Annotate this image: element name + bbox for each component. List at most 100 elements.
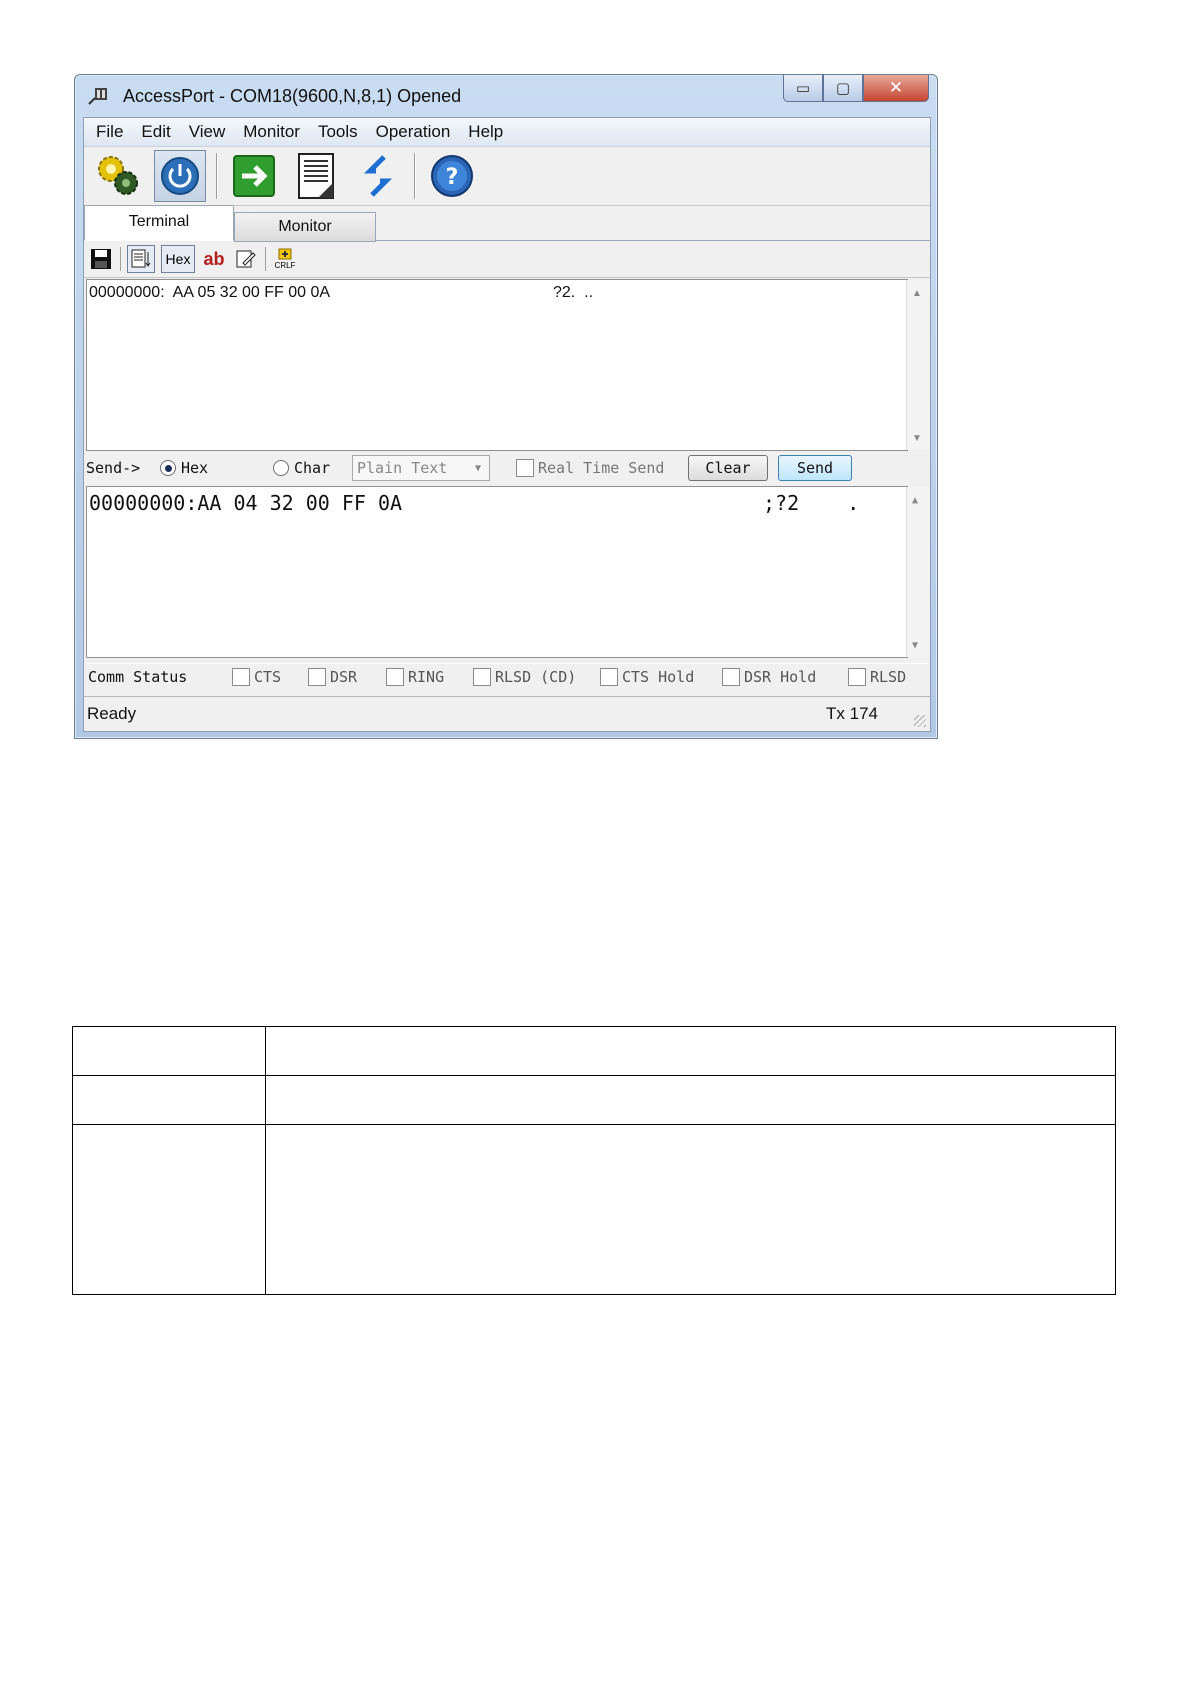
table-cell bbox=[72, 1026, 266, 1076]
cts-indicator: CTS bbox=[232, 668, 281, 686]
page-scroll-icon bbox=[131, 249, 151, 268]
client-area: File Edit View Monitor Tools Operation H… bbox=[83, 117, 931, 732]
minimize-icon: ▭ bbox=[795, 80, 811, 97]
realtime-send-checkbox[interactable] bbox=[516, 459, 534, 477]
table-cell bbox=[72, 1124, 266, 1295]
main-toolbar: ? bbox=[84, 147, 930, 206]
receive-scrollbar[interactable]: ▲ ▼ bbox=[906, 280, 929, 450]
open-port-button[interactable] bbox=[154, 150, 206, 202]
settings-gears-icon bbox=[98, 156, 138, 195]
crlf-label: CRLF bbox=[274, 261, 296, 270]
window-title: AccessPort - COM18(9600,N,8,1) Opened bbox=[123, 86, 462, 106]
realtime-send-label: Real Time Send bbox=[538, 459, 665, 477]
scroll-down-icon[interactable]: ▼ bbox=[912, 640, 918, 651]
hex-radio[interactable] bbox=[160, 460, 176, 476]
rlsd-cd-indicator: RLSD (CD) bbox=[473, 668, 576, 686]
minimize-button[interactable]: ▭ bbox=[783, 75, 823, 102]
menu-tools[interactable]: Tools bbox=[309, 122, 367, 142]
toolbar-separator bbox=[216, 153, 218, 199]
document-table bbox=[72, 1026, 1116, 1295]
auto-scroll-button[interactable] bbox=[127, 245, 155, 273]
resize-grip-icon[interactable] bbox=[914, 715, 926, 727]
power-icon bbox=[161, 157, 199, 195]
char-radio-label: Char bbox=[294, 459, 331, 477]
edit-pencil-icon bbox=[236, 250, 256, 268]
table-cell bbox=[265, 1075, 1116, 1125]
svg-text:?: ? bbox=[446, 165, 459, 190]
ring-label: RING bbox=[408, 668, 445, 686]
send-file-button[interactable] bbox=[228, 150, 280, 202]
menu-help[interactable]: Help bbox=[459, 122, 512, 142]
maximize-icon: ▢ bbox=[835, 80, 851, 97]
dsr-checkbox bbox=[308, 668, 326, 686]
settings-button[interactable] bbox=[92, 150, 144, 202]
receive-line: 00000000: AA 05 32 00 FF 00 0A bbox=[89, 284, 331, 301]
tab-monitor[interactable]: Monitor bbox=[234, 212, 376, 242]
transmit-scrollbar[interactable]: ▲ ▼ bbox=[906, 487, 929, 657]
save-button[interactable] bbox=[88, 246, 114, 272]
table-cell bbox=[265, 1026, 1116, 1076]
comm-status-label: Comm Status bbox=[88, 668, 188, 686]
menu-monitor[interactable]: Monitor bbox=[234, 122, 309, 142]
scroll-down-icon[interactable]: ▼ bbox=[912, 433, 922, 444]
format-select[interactable]: Plain Text ▼ bbox=[352, 455, 490, 481]
send-options-bar: Send-> Hex Char Plain Text ▼ Real Time S… bbox=[86, 451, 928, 485]
scroll-up-icon[interactable]: ▲ bbox=[912, 288, 922, 299]
receive-ascii: ?2. .. bbox=[553, 284, 594, 301]
toolbar-separator bbox=[414, 153, 416, 199]
refresh-button[interactable] bbox=[352, 150, 404, 202]
menu-edit[interactable]: Edit bbox=[132, 122, 179, 142]
transmit-ascii: ;?2 . bbox=[763, 491, 860, 515]
terminal-toolbar: Hex ab CRLF bbox=[84, 241, 930, 278]
hex-display-button[interactable]: Hex bbox=[161, 245, 195, 273]
dsr-indicator: DSR bbox=[308, 668, 357, 686]
refresh-arrows-icon bbox=[363, 155, 393, 197]
menu-operation[interactable]: Operation bbox=[367, 122, 460, 142]
scroll-up-icon[interactable]: ▲ bbox=[912, 495, 918, 506]
floppy-disk-icon bbox=[91, 249, 111, 269]
dsr-hold-checkbox bbox=[722, 668, 740, 686]
status-text: Ready bbox=[87, 704, 137, 723]
char-display-button[interactable]: ab bbox=[201, 246, 227, 272]
hex-label: Hex bbox=[165, 251, 191, 267]
dsr-label: DSR bbox=[330, 668, 358, 686]
maximize-button[interactable]: ▢ bbox=[823, 75, 863, 102]
tx-count: Tx 174 bbox=[826, 704, 878, 723]
crlf-icon bbox=[278, 248, 292, 260]
log-button[interactable] bbox=[290, 150, 342, 202]
status-bar: Ready Tx 174 bbox=[84, 696, 930, 731]
menu-view[interactable]: View bbox=[180, 122, 235, 142]
close-button[interactable]: ✕ bbox=[863, 75, 929, 102]
format-select-value: Plain Text bbox=[357, 459, 448, 477]
cts-checkbox bbox=[232, 668, 250, 686]
arrow-right-icon bbox=[233, 155, 275, 197]
char-radio[interactable] bbox=[273, 460, 289, 476]
table-row bbox=[72, 1075, 1116, 1125]
table-row bbox=[72, 1026, 1116, 1076]
cts-hold-checkbox bbox=[600, 668, 618, 686]
send-button[interactable]: Send bbox=[778, 455, 852, 481]
dsr-hold-label: DSR Hold bbox=[744, 668, 817, 686]
crlf-button[interactable]: CRLF bbox=[272, 246, 298, 272]
table-row bbox=[72, 1124, 1116, 1295]
rlsd-cd-label: RLSD (CD) bbox=[495, 668, 577, 686]
rlsd-checkbox bbox=[848, 668, 866, 686]
rlsd-indicator: RLSD bbox=[848, 668, 906, 686]
receive-textarea[interactable]: 00000000: AA 05 32 00 FF 00 0A ?2. .. ▲ … bbox=[86, 279, 929, 451]
document-icon bbox=[298, 153, 334, 199]
rlsd-label: RLSD bbox=[870, 668, 907, 686]
menu-file[interactable]: File bbox=[87, 122, 132, 142]
view-tabs: Terminal Monitor bbox=[84, 205, 930, 242]
accessport-window: AccessPort - COM18(9600,N,8,1) Opened ▭ … bbox=[74, 74, 938, 739]
help-icon: ? bbox=[431, 155, 473, 197]
clear-button[interactable]: Clear bbox=[688, 455, 768, 481]
tab-terminal[interactable]: Terminal bbox=[84, 205, 234, 241]
help-button[interactable]: ? bbox=[426, 150, 478, 202]
title-bar[interactable]: AccessPort - COM18(9600,N,8,1) Opened ▭ … bbox=[75, 75, 937, 117]
edit-button[interactable] bbox=[233, 246, 259, 272]
close-icon: ✕ bbox=[888, 78, 904, 97]
table-cell bbox=[265, 1124, 1116, 1295]
toolbar-separator bbox=[265, 247, 266, 271]
menu-bar: File Edit View Monitor Tools Operation H… bbox=[84, 118, 930, 147]
transmit-textarea[interactable]: 00000000:AA 04 32 00 FF 0A ;?2 . ▲ ▼ bbox=[86, 486, 929, 658]
